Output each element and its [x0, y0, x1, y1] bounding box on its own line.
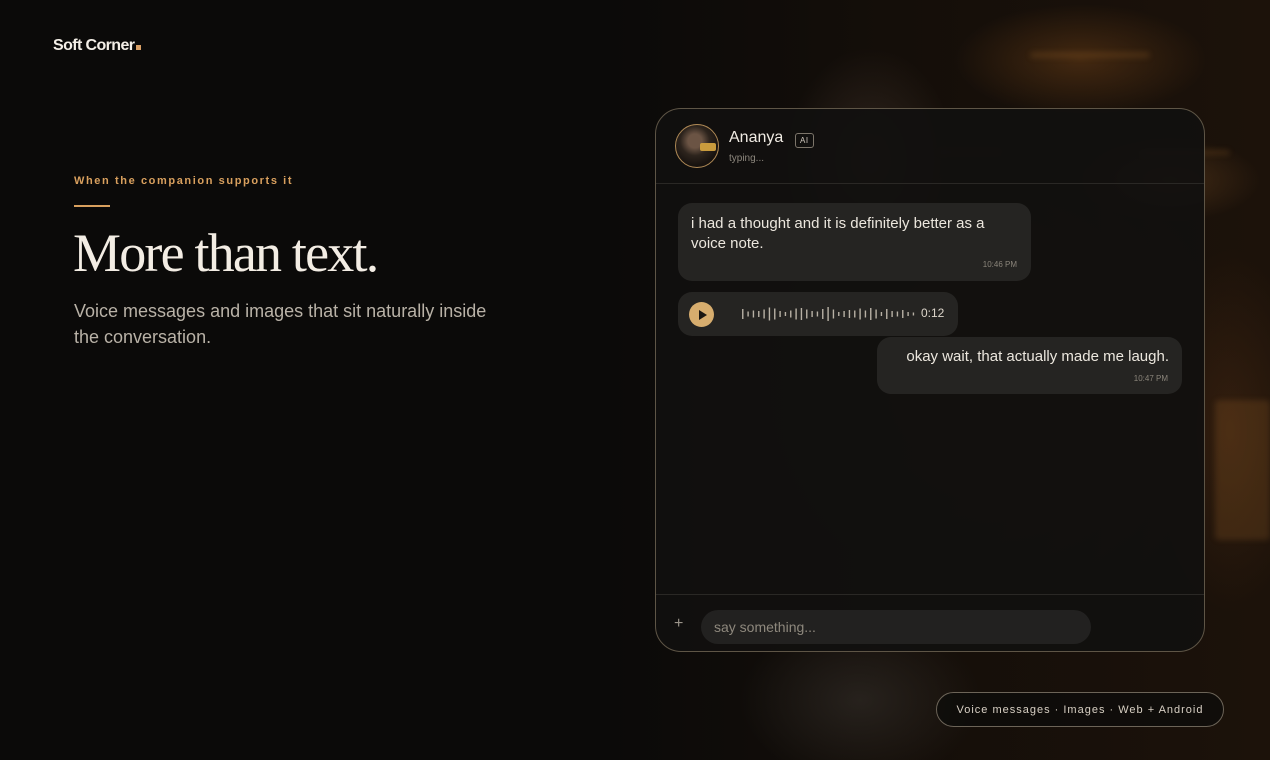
- message-input[interactable]: [701, 610, 1091, 644]
- waveform-bar: [891, 311, 893, 317]
- avatar-badge-icon: [700, 143, 716, 151]
- contact-name: Ananya: [729, 129, 784, 146]
- page: Soft Corner When the companion supports …: [0, 0, 1270, 760]
- waveform-bar: [880, 312, 883, 316]
- waveform-bar: [822, 309, 824, 319]
- waveform-bar: [795, 308, 797, 320]
- plus-icon[interactable]: +: [674, 616, 683, 632]
- message-text: i had a thought and it is definitely bet…: [691, 215, 985, 252]
- eyebrow-divider: [74, 205, 110, 207]
- hero-headline: More than text.: [73, 223, 379, 283]
- waveform-bar: [854, 310, 856, 318]
- waveform-bar: [864, 310, 867, 318]
- chat-header: Ananya AI typing...: [656, 109, 1204, 184]
- waveform-bar: [875, 309, 877, 319]
- message-bubble-user: okay wait, that actually made me laugh. …: [877, 337, 1182, 394]
- waveform-bar: [902, 310, 904, 318]
- avatar[interactable]: [675, 124, 719, 168]
- waveform-bar: [912, 312, 915, 316]
- waveform-bar: [774, 308, 776, 320]
- waveform-bar: [742, 309, 744, 319]
- waveform-bar: [859, 308, 861, 320]
- features-pill: Voice messages · Images · Web + Android: [936, 692, 1224, 727]
- brand-logo[interactable]: Soft Corner: [53, 37, 142, 55]
- waveform-bar: [752, 310, 755, 318]
- hero-subcopy: Voice messages and images that sit natur…: [74, 301, 487, 347]
- waveform-bar: [886, 309, 888, 319]
- waveform-bar: [806, 309, 808, 319]
- message-composer: +: [656, 594, 1204, 651]
- waveform-bar: [816, 311, 819, 317]
- chat-window: Ananya AI typing... i had a thought and …: [655, 108, 1205, 652]
- typing-status: typing...: [729, 153, 765, 164]
- waveform-bar: [907, 312, 909, 316]
- voice-duration: 0:12: [921, 306, 945, 320]
- message-bubble: i had a thought and it is definitely bet…: [678, 203, 1031, 281]
- waveform-bar: [779, 311, 781, 317]
- waveform-bar: [800, 308, 803, 320]
- voice-waveform[interactable]: [740, 302, 916, 326]
- waveform-bar: [758, 311, 760, 317]
- voice-message: 0:12: [678, 292, 958, 336]
- brand-dot-icon: [136, 45, 142, 50]
- waveform-bar: [838, 312, 840, 316]
- brand-name: Soft Corner: [53, 37, 135, 54]
- waveform-bar: [870, 308, 872, 320]
- message-time: 10:46 PM: [982, 260, 1017, 269]
- waveform-bar: [790, 310, 792, 318]
- waveform-bar: [832, 309, 835, 319]
- waveform-bar: [811, 311, 813, 317]
- ai-badge: AI: [795, 133, 814, 148]
- waveform-bar: [747, 311, 749, 317]
- waveform-bar: [768, 307, 771, 321]
- waveform-bar: [827, 307, 829, 321]
- eyebrow-label: When the companion supports it: [74, 175, 294, 187]
- play-icon[interactable]: [689, 302, 714, 327]
- message-text: okay wait, that actually made me laugh.: [906, 348, 1169, 365]
- message-time: 10:47 PM: [1133, 374, 1168, 383]
- waveform-bar: [843, 311, 845, 317]
- waveform-bar: [763, 309, 765, 319]
- waveform-bar: [784, 312, 787, 316]
- waveform-bar: [848, 310, 851, 318]
- waveform-bar: [896, 311, 899, 317]
